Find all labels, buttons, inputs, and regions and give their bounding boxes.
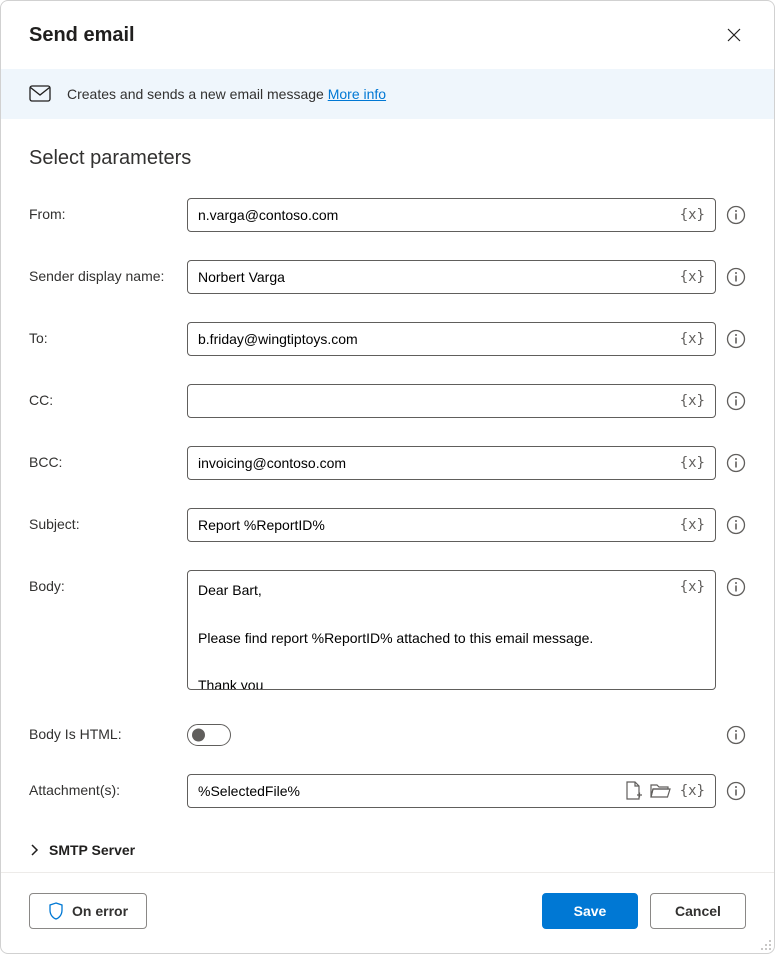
row-from: From: {x}	[29, 198, 746, 232]
cc-input[interactable]	[188, 386, 678, 416]
info-icon[interactable]	[726, 725, 746, 745]
cancel-button[interactable]: Cancel	[650, 893, 746, 929]
row-body-is-html: Body Is HTML:	[29, 718, 746, 746]
section-heading: Select parameters	[29, 147, 746, 170]
dialog-body: Select parameters From: {x} Sende	[1, 119, 774, 872]
banner-text: Creates and sends a new email message	[67, 86, 328, 102]
more-info-link[interactable]: More info	[328, 86, 386, 102]
send-email-dialog: Send email Creates and sends a new email…	[0, 0, 775, 954]
info-banner: Creates and sends a new email message Mo…	[1, 69, 774, 119]
body-textarea[interactable]	[188, 571, 715, 689]
variable-icon[interactable]: {x}	[678, 205, 707, 225]
info-icon[interactable]	[726, 515, 746, 535]
textarea-wrap-body: {x}	[187, 570, 716, 690]
banner-text-wrap: Creates and sends a new email message Mo…	[67, 86, 386, 102]
cancel-label: Cancel	[675, 903, 721, 919]
close-icon	[727, 28, 741, 42]
label-from: From:	[29, 198, 187, 222]
variable-icon[interactable]: {x}	[678, 391, 707, 411]
dialog-footer: On error Save Cancel	[1, 872, 774, 953]
label-cc: CC:	[29, 384, 187, 408]
input-wrap-from: {x}	[187, 198, 716, 232]
info-icon[interactable]	[726, 577, 746, 597]
label-to: To:	[29, 322, 187, 346]
select-file-button[interactable]	[622, 779, 644, 803]
close-button[interactable]	[718, 19, 750, 51]
to-input[interactable]	[188, 324, 678, 354]
attachments-input[interactable]	[188, 776, 622, 806]
file-add-icon	[624, 781, 642, 801]
subject-input[interactable]	[188, 510, 678, 540]
info-icon[interactable]	[726, 781, 746, 801]
row-sender-display: Sender display name: {x}	[29, 260, 746, 294]
label-body-is-html: Body Is HTML:	[29, 718, 187, 742]
label-body: Body:	[29, 570, 187, 594]
variable-icon[interactable]: {x}	[678, 515, 707, 535]
input-wrap-to: {x}	[187, 322, 716, 356]
label-bcc: BCC:	[29, 446, 187, 470]
row-bcc: BCC: {x}	[29, 446, 746, 480]
on-error-button[interactable]: On error	[29, 893, 147, 929]
variable-icon[interactable]: {x}	[678, 329, 707, 349]
variable-icon[interactable]: {x}	[678, 577, 707, 597]
info-icon[interactable]	[726, 329, 746, 349]
save-button[interactable]: Save	[542, 893, 638, 929]
from-input[interactable]	[188, 200, 678, 230]
mail-icon	[29, 85, 51, 103]
row-body: Body: {x}	[29, 570, 746, 690]
smtp-server-expander[interactable]: SMTP Server	[29, 836, 746, 864]
row-cc: CC: {x}	[29, 384, 746, 418]
dialog-title: Send email	[29, 24, 135, 47]
row-attachments: Attachment(s):	[29, 774, 746, 808]
save-label: Save	[574, 903, 607, 919]
bcc-input[interactable]	[188, 448, 678, 478]
sender-display-input[interactable]	[188, 262, 678, 292]
input-wrap-sender-display: {x}	[187, 260, 716, 294]
body-is-html-toggle[interactable]	[187, 724, 231, 746]
variable-icon[interactable]: {x}	[678, 781, 707, 801]
label-attachments: Attachment(s):	[29, 774, 187, 798]
input-wrap-subject: {x}	[187, 508, 716, 542]
label-sender-display: Sender display name:	[29, 260, 187, 284]
toggle-knob	[192, 729, 205, 742]
shield-icon	[48, 902, 64, 920]
input-wrap-bcc: {x}	[187, 446, 716, 480]
info-icon[interactable]	[726, 267, 746, 287]
select-folder-button[interactable]	[648, 780, 674, 802]
row-subject: Subject: {x}	[29, 508, 746, 542]
folder-open-icon	[650, 782, 672, 800]
chevron-right-icon	[29, 844, 41, 856]
label-subject: Subject:	[29, 508, 187, 532]
on-error-label: On error	[72, 903, 128, 919]
info-icon[interactable]	[726, 391, 746, 411]
row-to: To: {x}	[29, 322, 746, 356]
smtp-expander-label: SMTP Server	[49, 842, 135, 858]
info-icon[interactable]	[726, 453, 746, 473]
info-icon[interactable]	[726, 205, 746, 225]
input-wrap-attachments: {x}	[187, 774, 716, 808]
variable-icon[interactable]: {x}	[678, 267, 707, 287]
input-wrap-cc: {x}	[187, 384, 716, 418]
dialog-header: Send email	[1, 1, 774, 69]
variable-icon[interactable]: {x}	[678, 453, 707, 473]
